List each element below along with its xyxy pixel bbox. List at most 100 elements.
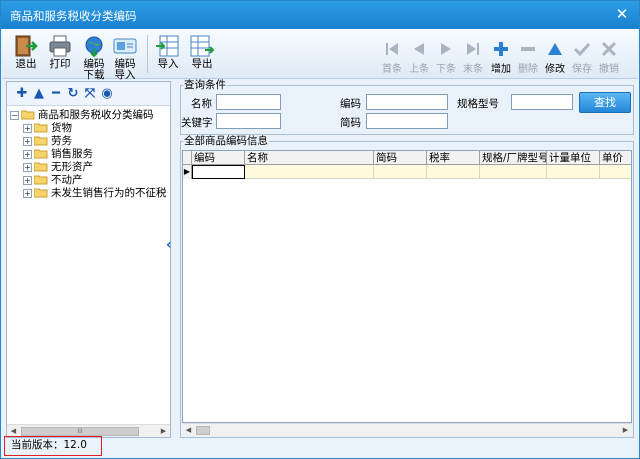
tree-node-goods[interactable]: + 货物 [10, 122, 168, 135]
grid-cell-short-code[interactable] [374, 165, 427, 179]
remove-node-icon[interactable]: ━ [48, 86, 64, 102]
add-button[interactable]: 增加 [487, 40, 515, 75]
delete-icon [521, 47, 535, 51]
title-bar: 商品和服务税收分类编码 ✕ [1, 1, 639, 29]
expand-icon[interactable]: + [23, 123, 32, 133]
code-download-button[interactable]: 编码 下载 [78, 34, 110, 81]
folder-open-icon [21, 110, 35, 120]
exit-button[interactable]: 退出 [10, 34, 42, 70]
expand-icon[interactable]: + [23, 175, 32, 185]
keyword-input[interactable] [216, 113, 281, 129]
code-import-button[interactable]: 编码 导入 [109, 34, 141, 81]
scroll-right-icon[interactable]: ▶ [157, 425, 170, 438]
search-button[interactable]: 查找 [579, 92, 631, 113]
export-button[interactable]: 导出 [186, 34, 218, 70]
name-label: 名称 [191, 98, 212, 110]
delete-button[interactable]: 删除 [514, 40, 542, 75]
tree-node-label: 不动产 [51, 174, 83, 186]
undo-button[interactable]: 撤销 [595, 40, 623, 75]
product-codes-group: 全部商品编码信息 编码 名称 简码 税率 规格/厂牌型号 计量单位 单价 ▶ ◀… [180, 136, 634, 438]
expand-icon[interactable]: + [23, 136, 32, 146]
tree-root[interactable]: − 商品和服务税收分类编码 [10, 109, 168, 122]
table-row[interactable]: ▶ [183, 165, 631, 179]
last-record-button[interactable]: 末条 [459, 40, 487, 75]
column-header-code[interactable]: 编码 [192, 151, 245, 165]
code-download-label: 编码 下载 [83, 58, 105, 81]
code-input[interactable] [366, 94, 448, 110]
status-bar: 当前版本：12.0 [2, 436, 638, 458]
scroll-thumb[interactable]: III [21, 427, 139, 436]
column-header-spec-model[interactable]: 规格/厂牌型号 [480, 151, 547, 165]
add-node-icon[interactable]: ✚ [14, 86, 30, 102]
expand-icon[interactable]: + [23, 188, 32, 198]
save-label: 保存 [572, 64, 592, 75]
edit-icon [548, 43, 562, 55]
exit-icon [15, 35, 38, 57]
refresh-icon[interactable]: ↻ [65, 86, 81, 102]
short-code-input[interactable] [366, 113, 448, 129]
close-icon[interactable]: ✕ [611, 4, 633, 24]
first-record-button[interactable]: 首条 [378, 40, 406, 75]
column-header-short-code[interactable]: 简码 [374, 151, 427, 165]
grid-cell-tax-rate[interactable] [427, 165, 480, 179]
scroll-thumb[interactable] [196, 426, 210, 435]
grid-horizontal-scrollbar[interactable]: ◀ ▶ [182, 423, 632, 436]
row-header-corner [183, 151, 192, 165]
tree-node-real-estate[interactable]: + 不动产 [10, 174, 168, 187]
save-icon [573, 42, 591, 57]
product-codes-grid[interactable]: 编码 名称 简码 税率 规格/厂牌型号 计量单位 单价 ▶ [182, 150, 632, 423]
tree-node-non-taxable[interactable]: + 未发生销售行为的不征税 [10, 187, 168, 200]
undo-label: 撤销 [599, 64, 619, 75]
tree-node-labor[interactable]: + 劳务 [10, 135, 168, 148]
column-header-name[interactable]: 名称 [245, 151, 374, 165]
short-code-label: 简码 [340, 117, 361, 129]
import-button[interactable]: 导入 [152, 34, 184, 70]
version-status: 当前版本：12.0 [4, 436, 102, 456]
tree-node-label: 销售服务 [51, 148, 93, 160]
grid-cell-unit-price[interactable] [600, 165, 631, 179]
tree-node-intangible-assets[interactable]: + 无形资产 [10, 161, 168, 174]
scroll-left-icon[interactable]: ◀ [182, 424, 195, 437]
toolbar: 退出 打印 编码 下载 编码 导入 导入 导出 首条 上条 下条 末条 增加 删… [2, 29, 638, 81]
settings-icon[interactable]: ◉ [99, 86, 115, 102]
last-record-icon [467, 43, 479, 55]
save-button[interactable]: 保存 [568, 40, 596, 75]
column-header-unit-price[interactable]: 单价 [600, 151, 631, 165]
column-header-unit[interactable]: 计量单位 [547, 151, 600, 165]
collapse-panel-icon[interactable]: ‹ [166, 237, 178, 253]
expand-icon[interactable]: + [23, 149, 32, 159]
import-label: 导入 [157, 58, 179, 70]
add-icon [494, 42, 508, 56]
grid-cell-code[interactable] [192, 165, 245, 179]
move-up-icon[interactable]: ▲ [31, 86, 47, 102]
scroll-right-icon[interactable]: ▶ [619, 424, 632, 437]
tree-node-label: 未发生销售行为的不征税 [51, 187, 167, 199]
spec-model-input[interactable] [511, 94, 573, 110]
next-record-icon [441, 43, 451, 55]
folder-icon [34, 162, 48, 172]
folder-icon [34, 123, 48, 133]
toolbar-separator [147, 35, 148, 73]
column-header-tax-rate[interactable]: 税率 [427, 151, 480, 165]
table-import-icon [156, 35, 179, 57]
tree-node-sales-services[interactable]: + 销售服务 [10, 148, 168, 161]
name-input[interactable] [216, 94, 281, 110]
print-button[interactable]: 打印 [44, 34, 76, 70]
edit-button[interactable]: 修改 [541, 40, 569, 75]
spec-model-label: 规格型号 [457, 98, 499, 110]
previous-record-button[interactable]: 上条 [405, 40, 433, 75]
query-conditions-group: 查询条件 名称 关键字 编码 简码 规格型号 查找 [180, 80, 634, 135]
tree-node-label: 货物 [51, 122, 72, 134]
category-tree-panel: ✚ ▲ ━ ↻ ⤧ ◉ − 商品和服务税收分类编码 + 货物 + 劳务 + 销售服务 +… [6, 81, 171, 438]
next-record-button[interactable]: 下条 [432, 40, 460, 75]
category-tree: − 商品和服务税收分类编码 + 货物 + 劳务 + 销售服务 + 无形资产 + 不动产 + 未… [10, 109, 168, 200]
next-record-label: 下条 [436, 64, 456, 75]
main-window: 商品和服务税收分类编码 ✕ 退出 打印 编码 下载 编码 导入 导入 导出 首条… [0, 0, 640, 459]
collapse-icon[interactable]: − [10, 110, 19, 120]
grid-cell-spec-model[interactable] [480, 165, 547, 179]
expand-all-icon[interactable]: ⤧ [82, 86, 98, 102]
expand-icon[interactable]: + [23, 162, 32, 172]
grid-cell-unit[interactable] [547, 165, 600, 179]
folder-icon [34, 188, 48, 198]
grid-cell-name[interactable] [245, 165, 374, 179]
